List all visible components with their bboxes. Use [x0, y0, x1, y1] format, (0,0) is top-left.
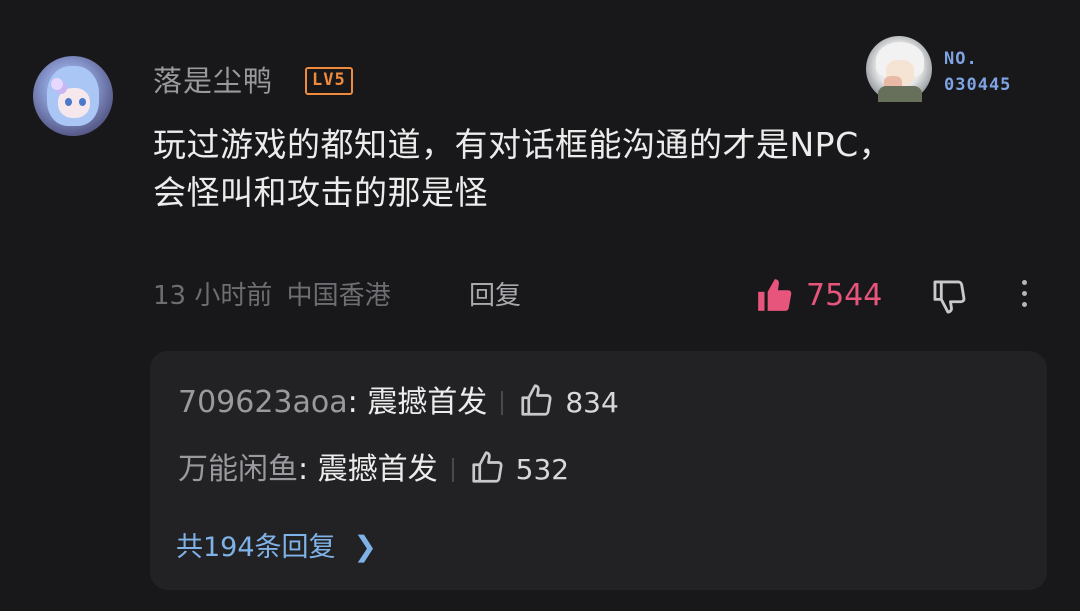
reply-author: 709623aoa [178, 385, 348, 420]
reply-item[interactable]: 709623aoa: 震撼首发 834 [178, 381, 619, 425]
comment-text: 玩过游戏的都知道，有对话框能沟通的才是NPC， 会怪叫和攻击的那是怪 [153, 121, 1033, 217]
thumb-up-icon[interactable] [470, 449, 506, 485]
divider [451, 458, 454, 482]
thumb-up-icon[interactable] [755, 276, 793, 314]
chevron-right-icon: ❯ [353, 530, 378, 563]
reply-colon: : [347, 385, 368, 420]
view-all-replies-link[interactable]: 共194条回复 ❯ [176, 527, 377, 568]
comment-username[interactable]: 落是尘鸭 [153, 58, 273, 100]
comment-time: 13 小时前 [153, 281, 273, 311]
reply-text: 震撼首发 [317, 452, 438, 487]
fan-badge-number: NO. 030445 [944, 49, 1012, 95]
user-avatar[interactable] [33, 56, 113, 136]
like-count: 7544 [806, 278, 883, 313]
reply-text: 震撼首发 [367, 385, 488, 420]
thumb-down-icon[interactable] [931, 278, 969, 316]
comment-text-line: 玩过游戏的都知道，有对话框能沟通的才是NPC， [153, 125, 893, 164]
fan-badge-avatar [866, 36, 932, 102]
reply-like-count: 532 [515, 453, 570, 486]
comment-meta: 13 小时前 中国香港 [153, 276, 391, 316]
more-vertical-icon[interactable] [1016, 280, 1032, 314]
reply-author: 万能闲鱼 [178, 452, 298, 487]
reply-item[interactable]: 万能闲鱼: 震撼首发 532 [178, 448, 569, 492]
reply-button[interactable]: 回复 [469, 276, 521, 316]
divider [501, 391, 504, 415]
fan-badge[interactable]: NO. 030445 [862, 36, 1032, 102]
comment-location: 中国香港 [286, 281, 391, 311]
comment-text-line: 会怪叫和攻击的那是怪 [153, 173, 488, 212]
replies-preview[interactable]: 709623aoa: 震撼首发 834 万能闲鱼: 震撼首发 532 共194条回复… [150, 351, 1047, 590]
reply-like-count: 834 [565, 386, 619, 419]
thumb-up-icon[interactable] [519, 382, 555, 418]
level-badge: LV5 [305, 67, 353, 95]
reply-colon: : [298, 452, 318, 487]
total-replies-label: 共194条回复 [176, 532, 336, 563]
